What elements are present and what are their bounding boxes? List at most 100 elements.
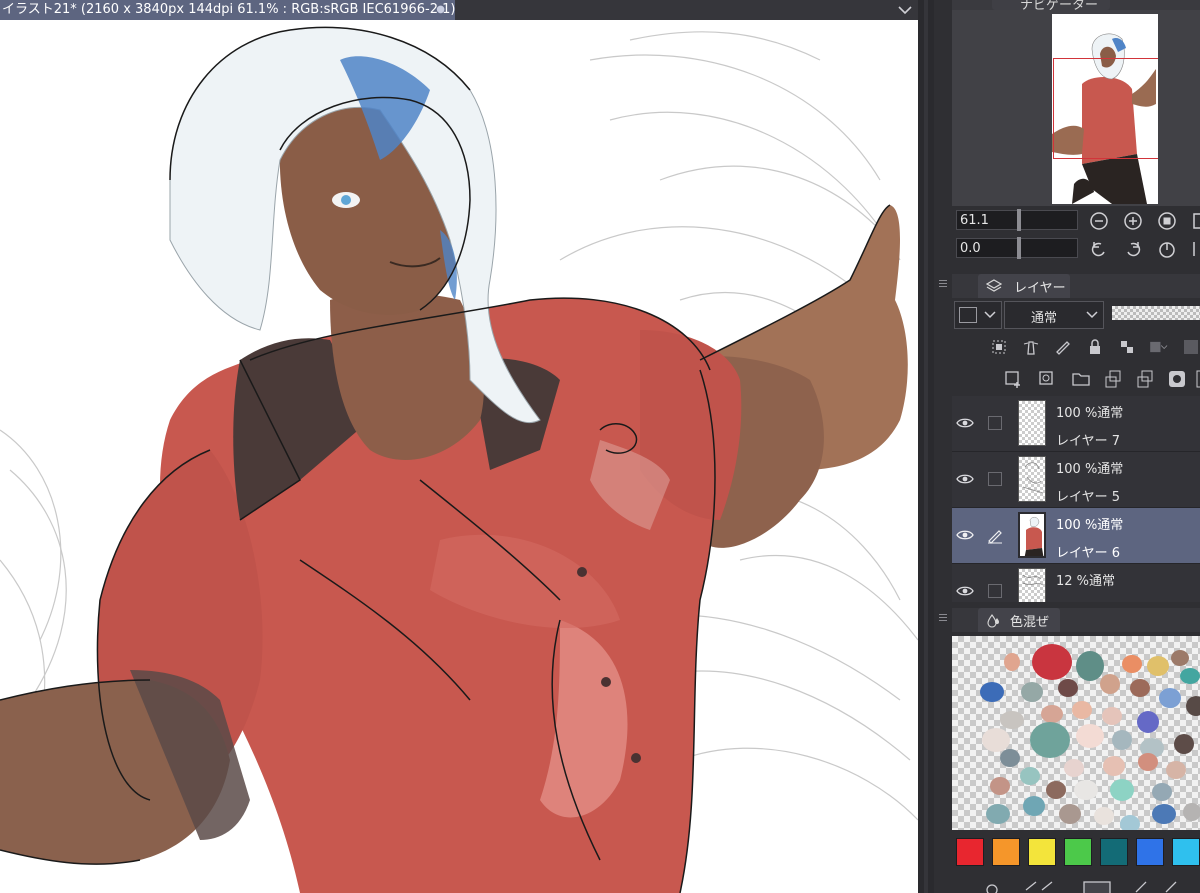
layer-name: レイヤー 6 <box>1056 546 1121 561</box>
zoom-slider-knob[interactable] <box>1017 209 1021 231</box>
rotate-left-icon <box>1091 242 1105 257</box>
flip-button[interactable] <box>1190 238 1200 260</box>
layer-opacity-mode: 100 %通常 <box>1056 518 1124 533</box>
clip-icon <box>992 340 1006 354</box>
canvas-area[interactable]: イラスト21* (2160 x 3840px 144dpi 61.1% : RG… <box>0 0 918 893</box>
palette-swatch-red[interactable] <box>956 838 984 866</box>
droplets-icon <box>987 614 999 628</box>
lighthouse-icon <box>1023 341 1039 355</box>
navigator-thumbnail[interactable] <box>1052 14 1158 204</box>
zoom-in-icon <box>1124 212 1142 230</box>
viewport-frame[interactable] <box>1053 58 1158 159</box>
zoom-slider[interactable]: 61.1 <box>956 209 1078 231</box>
iris-left <box>341 195 351 205</box>
palette-swatch-orange[interactable] <box>992 838 1020 866</box>
palette-swatch-teal[interactable] <box>1100 838 1128 866</box>
clip-layer-button[interactable] <box>988 336 1010 358</box>
layer-row[interactable]: 100 %通常 レイヤー 7 <box>952 396 1200 452</box>
eye-icon[interactable] <box>956 416 974 430</box>
opacity-slider[interactable] <box>1112 306 1200 320</box>
tab-layer[interactable]: レイヤー <box>978 274 1070 298</box>
palette-swatch-blue[interactable] <box>1136 838 1164 866</box>
mask-enable-button[interactable] <box>1148 336 1178 358</box>
layer-color-button[interactable] <box>954 301 1002 329</box>
layer-name: レイヤー 5 <box>1056 490 1121 505</box>
lock-transparency-button[interactable] <box>1116 336 1138 358</box>
layer-row-selected[interactable]: 100 %通常 レイヤー 6 <box>952 508 1200 564</box>
draft-icon <box>1056 341 1070 355</box>
panel-gutter <box>934 0 952 274</box>
rotation-slider-knob[interactable] <box>1017 237 1021 259</box>
blend-mode-select[interactable]: 通常 <box>1004 301 1104 329</box>
fit-window-button[interactable] <box>1190 210 1200 232</box>
layer-select-checkbox[interactable] <box>988 472 1002 486</box>
tab-navigator[interactable]: ナビゲーター <box>992 0 1110 13</box>
pen-icon <box>988 530 1002 544</box>
panel-grip-icon[interactable] <box>939 614 947 622</box>
new-vector-layer-icon <box>1039 371 1053 385</box>
right-panel: ナビゲーター 61.1 0.0 レイヤー 通常 100 %通常 レイヤー 7 1… <box>934 0 1200 893</box>
document-tab[interactable]: イラスト21* (2160 x 3840px 144dpi 61.1% : RG… <box>0 0 455 20</box>
folder-icon <box>1072 373 1090 386</box>
rotate-left-button[interactable] <box>1088 238 1110 260</box>
zoom-out-button[interactable] <box>1088 210 1110 232</box>
layer-properties-bar: 通常 <box>952 298 1200 332</box>
palette-swatch-cyan[interactable] <box>1172 838 1200 866</box>
new-raster-layer-button[interactable] <box>1002 368 1024 390</box>
eye-icon[interactable] <box>956 584 974 598</box>
reference-layer-button[interactable] <box>1020 336 1042 358</box>
ruler-button[interactable] <box>1180 336 1200 358</box>
layer-row[interactable]: 100 %通常 レイヤー 5 <box>952 452 1200 508</box>
layer-opacity-mode: 100 %通常 <box>1056 462 1124 477</box>
layer-thumbnail <box>1018 512 1046 558</box>
draft-layer-button[interactable] <box>1052 336 1074 358</box>
rotate-right-button[interactable] <box>1122 238 1144 260</box>
tab-color-mix[interactable]: 色混ぜ <box>978 608 1060 632</box>
layer-thumbnail <box>1018 456 1046 502</box>
rotation-value: 0.0 <box>960 241 981 256</box>
modified-indicator: ● <box>436 4 445 15</box>
navigator-preview[interactable] <box>952 10 1200 206</box>
layer-thumbnail <box>1018 400 1046 446</box>
lock-layer-button[interactable] <box>1084 336 1106 358</box>
color-mix-canvas[interactable] <box>952 636 1200 830</box>
apply-mask-button[interactable] <box>1194 368 1200 390</box>
eye-icon[interactable] <box>956 528 974 542</box>
layer-list: 100 %通常 レイヤー 7 100 %通常 レイヤー 5 100 %通常 レイ… <box>952 396 1200 602</box>
tab-menu-button[interactable] <box>892 0 918 20</box>
layer-select-checkbox[interactable] <box>988 584 1002 598</box>
rotation-row: 0.0 <box>952 234 1200 262</box>
layer-toolbar-1 <box>952 332 1200 362</box>
eye-icon[interactable] <box>956 472 974 486</box>
lock-icon <box>1090 339 1100 354</box>
new-vector-layer-button[interactable] <box>1036 368 1058 390</box>
fit-view-button[interactable] <box>1156 210 1178 232</box>
transfer-down-button[interactable] <box>1102 368 1124 390</box>
panel-splitter[interactable] <box>918 0 934 893</box>
panel-grip-icon[interactable] <box>939 280 947 288</box>
blend-mode-value: 通常 <box>1031 311 1058 326</box>
zoom-row: 61.1 <box>952 206 1200 234</box>
new-folder-button[interactable] <box>1070 368 1092 390</box>
shirt-button-2 <box>601 677 611 687</box>
shirt-button-1 <box>577 567 587 577</box>
reset-rotation-button[interactable] <box>1156 238 1178 260</box>
apply-mask-icon <box>1196 370 1200 388</box>
color-mix-tab-label: 色混ぜ <box>1010 615 1050 630</box>
mask-create-icon <box>1169 371 1185 387</box>
zoom-value: 61.1 <box>960 213 989 228</box>
palette-swatch-green[interactable] <box>1064 838 1092 866</box>
rotation-slider[interactable]: 0.0 <box>956 237 1078 259</box>
layer-select-checkbox[interactable] <box>988 416 1002 430</box>
chevron-down-icon <box>1086 311 1098 319</box>
zoom-in-button[interactable] <box>1122 210 1144 232</box>
artwork-canvas[interactable] <box>0 20 918 893</box>
rotate-right-icon <box>1127 242 1141 257</box>
flip-icon <box>1193 242 1195 256</box>
layer-tab-label: レイヤー <box>1014 281 1066 296</box>
shirt-button-3 <box>631 753 641 763</box>
layer-row[interactable]: 12 %通常 <box>952 564 1200 602</box>
palette-swatch-yellow[interactable] <box>1028 838 1056 866</box>
create-mask-button[interactable] <box>1166 368 1188 390</box>
merge-down-button[interactable] <box>1134 368 1156 390</box>
